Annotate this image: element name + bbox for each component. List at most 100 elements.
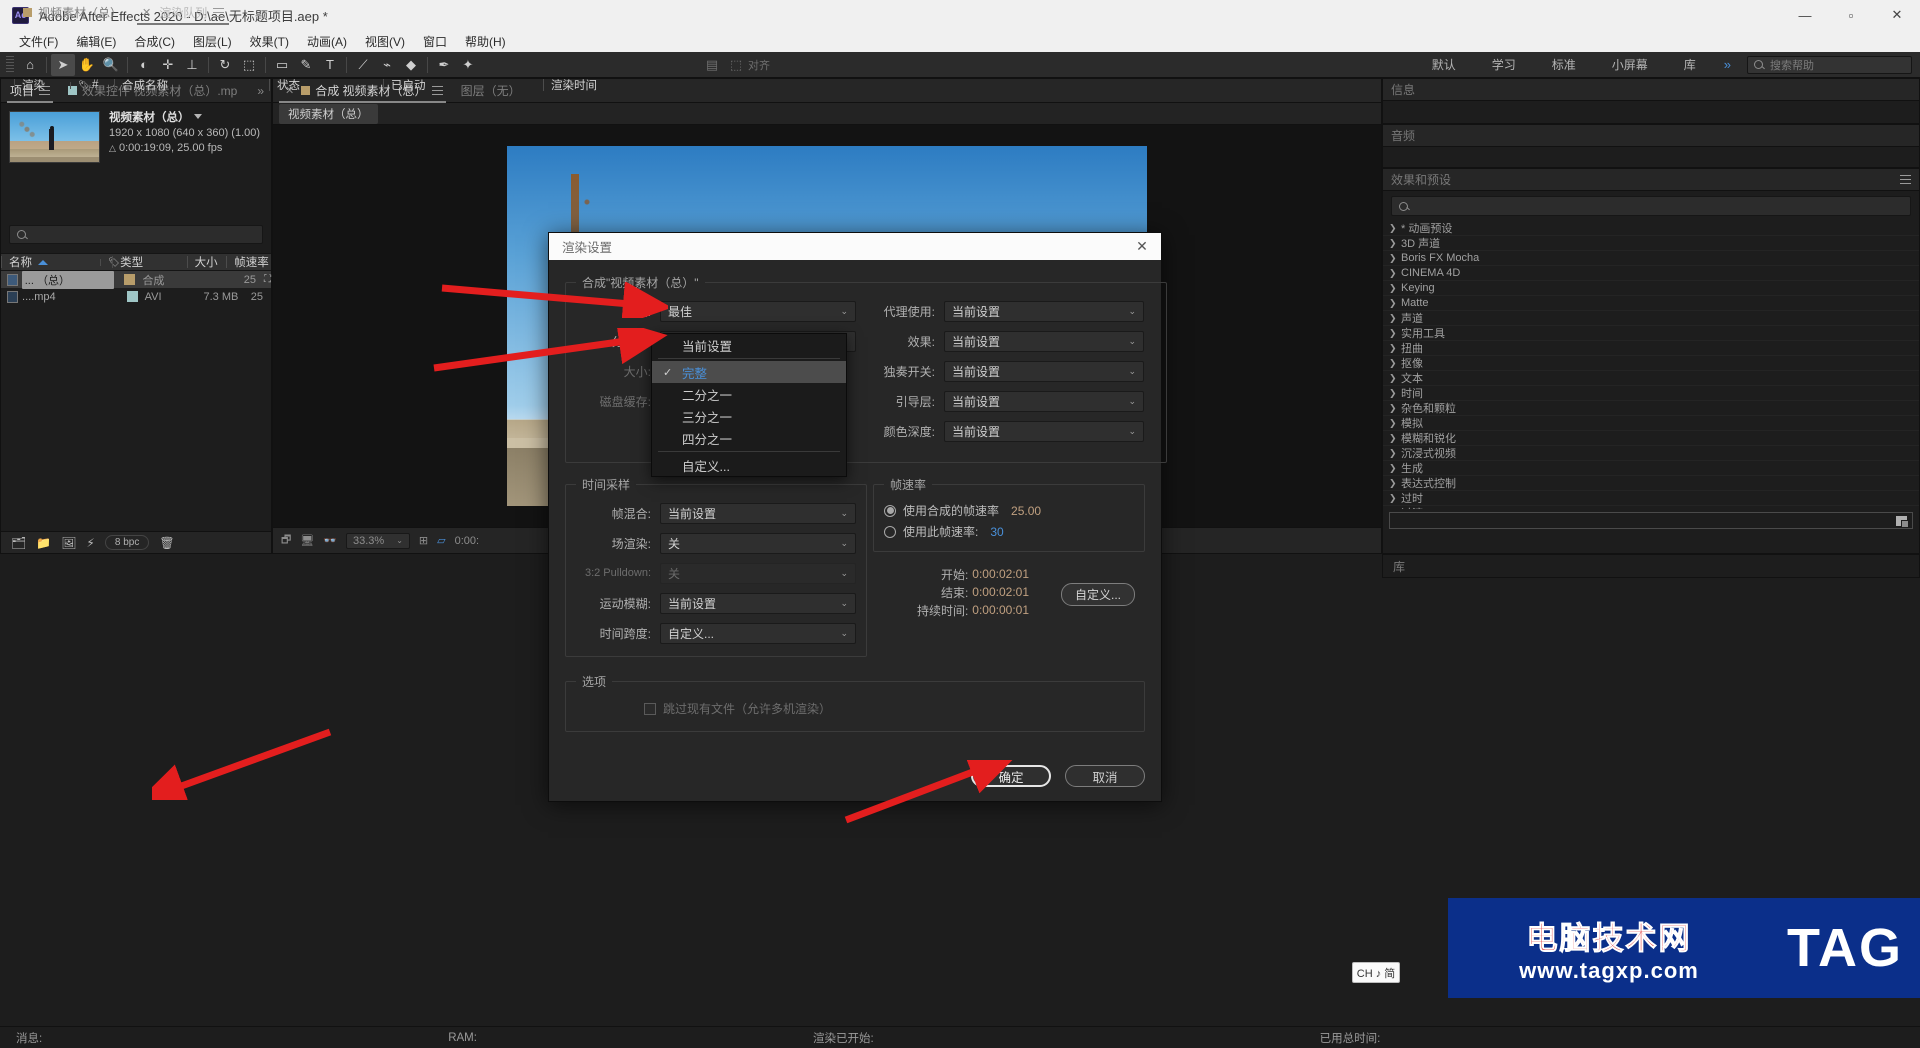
- column-size[interactable]: 大小: [186, 254, 227, 270]
- workspace-library[interactable]: 库: [1666, 52, 1714, 78]
- effects-category-row[interactable]: ❯ 表达式控制: [1383, 476, 1919, 491]
- audio-panel-header[interactable]: 音频: [1383, 125, 1919, 147]
- zoom-tool-icon[interactable]: 🔍: [99, 54, 123, 76]
- effects-category-row[interactable]: ❯ 过时: [1383, 491, 1919, 506]
- tab-render-queue[interactable]: ✕ 渲染队列: [133, 1, 233, 25]
- snapping-icon[interactable]: ⬚: [724, 54, 748, 76]
- dropdown-option[interactable]: 二分之一: [652, 383, 846, 405]
- effects-category-row[interactable]: ❯ 时间: [1383, 386, 1919, 401]
- effects-category-row[interactable]: ❯ 声道: [1383, 311, 1919, 326]
- close-tab-icon[interactable]: ✕: [142, 1, 151, 25]
- effects-category-row[interactable]: ❯ Matte: [1383, 296, 1919, 311]
- effects-category-row[interactable]: ❯ 抠像: [1383, 356, 1919, 371]
- dropdown-option[interactable]: 当前设置: [652, 334, 846, 356]
- color-depth-select[interactable]: 当前设置 ⌄: [944, 420, 1144, 442]
- 3d-glasses-icon[interactable]: 👓: [323, 534, 337, 547]
- eraser-tool-icon[interactable]: ◆: [399, 54, 423, 76]
- effects-category-row[interactable]: ❯ Boris FX Mocha: [1383, 251, 1919, 266]
- column-type[interactable]: 类型: [112, 254, 187, 270]
- menu-window[interactable]: 窗口: [414, 31, 456, 52]
- use-comp-framerate-option[interactable]: 使用合成的帧速率 25.00: [884, 500, 1134, 521]
- menu-layer[interactable]: 图层(L): [184, 31, 241, 52]
- dropdown-option[interactable]: 自定义...: [652, 454, 846, 476]
- table-row[interactable]: ... （总） 合成 25 ⛶: [1, 270, 271, 289]
- workspace-learn[interactable]: 学习: [1474, 52, 1534, 78]
- pan-tool-icon[interactable]: ✛: [156, 54, 180, 76]
- menu-animation[interactable]: 动画(A): [298, 31, 356, 52]
- interpret-footage-icon[interactable]: ⚡: [86, 536, 94, 550]
- workspace-small-screen[interactable]: 小屏幕: [1594, 52, 1666, 78]
- zoom-level-select[interactable]: 33.3% ⌄: [346, 532, 410, 549]
- bit-depth-button[interactable]: 8 bpc: [104, 535, 150, 550]
- column-name[interactable]: 名称: [1, 254, 100, 270]
- effects-category-list[interactable]: ❯ * 动画预设 ❯ 3D 声道 ❯ Boris FX Mocha ❯ CINEMA 4D ❯ K…: [1383, 221, 1919, 509]
- new-comp-icon[interactable]: 🖼: [61, 536, 76, 550]
- quality-select[interactable]: 最佳 ⌄: [660, 300, 856, 322]
- minimize-button[interactable]: —: [1782, 0, 1828, 30]
- main-view-icon[interactable]: 🗗: [281, 531, 291, 550]
- menu-edit[interactable]: 编辑(E): [67, 31, 125, 52]
- effects-select[interactable]: 当前设置 ⌄: [944, 330, 1144, 352]
- effects-category-row[interactable]: ❯ 3D 声道: [1383, 236, 1919, 251]
- panel-menu-icon[interactable]: [213, 8, 225, 17]
- maximize-button[interactable]: ▫: [1828, 0, 1874, 30]
- effects-search-input[interactable]: [1391, 196, 1911, 216]
- shape-tool-icon[interactable]: ▭: [270, 54, 294, 76]
- workspace-more-icon[interactable]: »: [1714, 57, 1741, 72]
- effects-category-row[interactable]: ❯ 模糊和锐化: [1383, 431, 1919, 446]
- delete-icon[interactable]: 🗑: [159, 536, 174, 550]
- effects-category-row[interactable]: ❯ 文本: [1383, 371, 1919, 386]
- field-render-select[interactable]: 关 ⌄: [660, 532, 856, 554]
- menu-help[interactable]: 帮助(H): [456, 31, 515, 52]
- dropdown-option[interactable]: 三分之一: [652, 405, 846, 427]
- align-icon[interactable]: ▤: [700, 54, 724, 76]
- column-framerate[interactable]: 帧速率: [226, 254, 271, 270]
- effects-panel-header[interactable]: 效果和预设: [1383, 169, 1919, 191]
- folder-icon[interactable]: 📁: [36, 536, 51, 550]
- column-comp-name[interactable]: 合成名称: [114, 77, 269, 93]
- rotation-tool-icon[interactable]: ↻: [213, 54, 237, 76]
- effects-category-row[interactable]: ❯ 过渡: [1383, 506, 1919, 510]
- item-dropdown-icon[interactable]: [193, 114, 202, 119]
- tab-composition-timeline[interactable]: 视频素材（总）: [14, 1, 131, 25]
- custom-time-button[interactable]: 自定义...: [1060, 583, 1135, 606]
- toolbar-grip[interactable]: [6, 55, 14, 74]
- info-panel-header[interactable]: 信息: [1383, 79, 1919, 101]
- roto-brush-tool-icon[interactable]: ✒: [432, 54, 456, 76]
- home-icon[interactable]: ⌂: [18, 54, 42, 76]
- dialog-close-button[interactable]: ✕: [1123, 233, 1161, 260]
- clone-stamp-tool-icon[interactable]: ⌁: [375, 54, 399, 76]
- puppet-tool-icon[interactable]: ✦: [456, 54, 480, 76]
- effects-category-row[interactable]: ❯ 杂色和颗粒: [1383, 401, 1919, 416]
- breadcrumb-item[interactable]: 视频素材（总）: [279, 103, 378, 124]
- effects-category-row[interactable]: ❯ 扭曲: [1383, 341, 1919, 356]
- text-tool-icon[interactable]: T: [318, 54, 342, 76]
- column-render[interactable]: 渲染: [14, 77, 70, 93]
- menu-file[interactable]: 文件(F): [10, 31, 67, 52]
- dropdown-option[interactable]: 四分之一: [652, 427, 846, 449]
- new-folder-icon[interactable]: 🗂: [11, 536, 26, 550]
- motion-blur-select[interactable]: 当前设置 ⌄: [660, 592, 856, 614]
- resolution-dropdown-menu[interactable]: 当前设置 ✓ 完整 二分之一 三分之一 四分之一 自定义...: [651, 333, 847, 477]
- guide-layers-select[interactable]: 当前设置 ⌄: [944, 390, 1144, 412]
- effects-category-row[interactable]: ❯ 实用工具: [1383, 326, 1919, 341]
- menu-effect[interactable]: 效果(T): [241, 31, 298, 52]
- pen-tool-icon[interactable]: ✎: [294, 54, 318, 76]
- column-status[interactable]: 状态: [269, 77, 383, 93]
- region-of-interest-icon[interactable]: ▱: [437, 534, 445, 547]
- column-label-tag[interactable]: 🏷: [70, 80, 89, 91]
- time-span-select[interactable]: 自定义... ⌄: [660, 622, 856, 644]
- effects-category-row[interactable]: ❯ * 动画预设: [1383, 221, 1919, 236]
- effects-category-row[interactable]: ❯ 模拟: [1383, 416, 1919, 431]
- menu-view[interactable]: 视图(V): [356, 31, 414, 52]
- menu-composition[interactable]: 合成(C): [125, 31, 184, 52]
- effects-category-row[interactable]: ❯ Keying: [1383, 281, 1919, 296]
- column-number[interactable]: #: [84, 79, 114, 91]
- column-label-swatch[interactable]: 🏷: [100, 257, 120, 268]
- use-this-framerate-option[interactable]: 使用此帧速率: 30: [884, 521, 1134, 542]
- monitor-icon[interactable]: 🖥: [300, 534, 314, 547]
- shy-icon[interactable]: ⛶: [264, 274, 271, 285]
- dolly-tool-icon[interactable]: ⊥: [180, 54, 204, 76]
- selection-tool-icon[interactable]: ➤: [51, 53, 75, 76]
- project-search-input[interactable]: [9, 225, 263, 244]
